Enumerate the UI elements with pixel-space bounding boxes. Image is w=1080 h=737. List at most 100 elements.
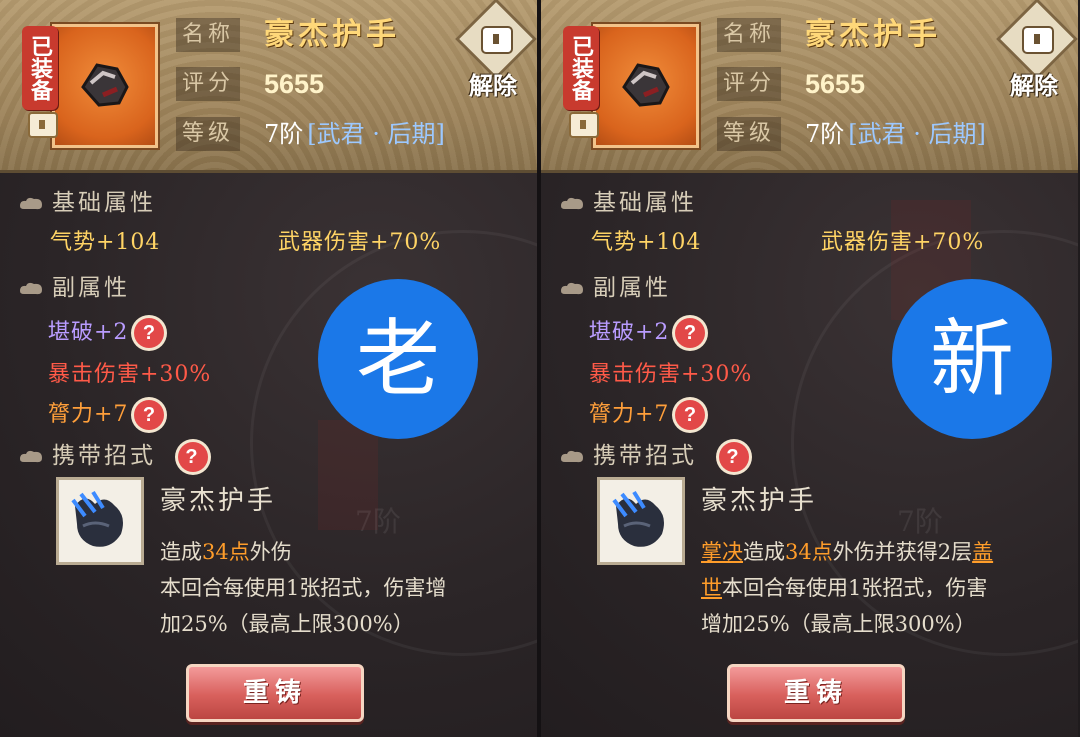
desc-text: 造成	[160, 540, 202, 564]
sub-attributes-title: 副属性	[593, 275, 671, 301]
equipped-tag: 已装备	[563, 26, 599, 110]
item-header: 已装备 名称 豪杰护手 评分 5655 等级 7阶 [武君 · 后期] 解除	[541, 0, 1078, 173]
desc-text: 本回合每使用1张招式，伤害	[722, 576, 988, 600]
item-name: 豪杰护手	[805, 17, 941, 52]
level-tier: 7阶	[805, 120, 845, 148]
skill-name: 豪杰护手	[160, 486, 277, 516]
keyword-link[interactable]: 世	[701, 576, 722, 600]
damage-value: 34点	[202, 540, 250, 564]
item-card[interactable]	[593, 24, 699, 148]
sub-attributes-heading: 副属性	[18, 268, 130, 302]
skill-name: 豪杰护手	[701, 486, 818, 516]
skill-desc-line-2: 世本回合每使用1张招式，伤害	[701, 570, 1071, 606]
sub-stat-insight-text: 堪破+2	[48, 320, 129, 345]
realm-text: [武君 · 后期]	[307, 120, 445, 148]
new-version-badge: 新	[892, 279, 1052, 439]
cloud-icon	[561, 282, 583, 295]
level-row: 等级 7阶 [武君 · 后期]	[176, 117, 445, 153]
carried-skill-title: 携带招式	[593, 443, 697, 469]
sub-stat-insight: 堪破+2?	[48, 314, 165, 348]
score-label: 评分	[176, 67, 240, 101]
level-label: 等级	[717, 117, 781, 151]
cloud-icon	[20, 197, 42, 210]
damage-value: 34点	[785, 540, 833, 564]
level-tier: 7阶	[264, 120, 304, 148]
level-value: 7阶 [武君 · 后期]	[264, 117, 445, 151]
help-icon[interactable]: ?	[675, 400, 706, 430]
lock-icon	[569, 112, 599, 138]
sub-stat-strength-text: 膂力+7	[48, 402, 129, 427]
sub-stat-strength: 膂力+7?	[48, 396, 165, 430]
name-label: 名称	[176, 18, 240, 52]
skill-card[interactable]	[56, 477, 144, 565]
name-row: 名称 豪杰护手	[717, 18, 941, 54]
skill-desc-line-3: 增加25%（最高上限300%）	[701, 612, 976, 636]
blue-gauntlet-icon	[71, 490, 123, 547]
gauntlet-icon	[81, 63, 129, 107]
carried-skill-title: 携带招式	[52, 443, 156, 469]
sub-stat-strength: 膂力+7?	[589, 396, 706, 430]
cloud-icon	[20, 450, 42, 463]
sub-stat-crit-damage: 暴击伤害+30%	[48, 362, 212, 387]
sub-stat-insight-text: 堪破+2	[589, 320, 670, 345]
skill-desc-line-1: 掌决造成34点外伤并获得2层盖	[701, 534, 1071, 570]
basic-stat-weapon-damage: 武器伤害+70%	[278, 230, 442, 255]
blue-gauntlet-icon	[612, 490, 664, 547]
sub-attributes-title: 副属性	[52, 275, 130, 301]
item-card[interactable]	[52, 24, 158, 148]
desc-text: 造成	[743, 540, 785, 564]
help-icon[interactable]: ?	[134, 400, 165, 430]
sub-stat-crit-damage: 暴击伤害+30%	[589, 362, 753, 387]
skill-card[interactable]	[597, 477, 685, 565]
reforge-button[interactable]: 重铸	[186, 664, 364, 722]
score-value: 5655	[264, 69, 325, 99]
equipped-tag: 已装备	[22, 26, 58, 110]
sub-stat-insight: 堪破+2?	[589, 314, 706, 348]
old-version-badge: 老	[318, 279, 478, 439]
basic-attributes-title: 基础属性	[593, 190, 697, 216]
basic-stat-weapon-damage: 武器伤害+70%	[821, 230, 985, 255]
desc-text: 外伤并获得2层	[832, 540, 973, 564]
basic-attributes-title: 基础属性	[52, 190, 156, 216]
name-label: 名称	[717, 18, 781, 52]
unequip-button[interactable]: 解除	[995, 0, 1078, 102]
lock-icon	[28, 112, 58, 138]
keyword-link[interactable]: 盖	[972, 540, 993, 564]
skill-desc-line-2: 本回合每使用1张招式，伤害增	[160, 576, 447, 600]
basic-attributes-heading: 基础属性	[559, 183, 697, 217]
help-icon[interactable]: ?	[719, 442, 749, 472]
score-value: 5655	[805, 69, 866, 99]
unlock-icon	[481, 26, 513, 54]
unequip-label: 解除	[1010, 71, 1058, 100]
level-value: 7阶 [武君 · 后期]	[805, 117, 986, 151]
reforge-button[interactable]: 重铸	[727, 664, 905, 722]
gauntlet-icon	[622, 63, 670, 107]
keyword-link[interactable]: 掌决	[701, 540, 743, 564]
unequip-button[interactable]: 解除	[454, 0, 537, 102]
carried-skill-heading: 携带招式?	[18, 436, 208, 472]
unequip-label: 解除	[469, 71, 517, 100]
score-row: 评分 5655	[176, 67, 324, 103]
level-row: 等级 7阶 [武君 · 后期]	[717, 117, 986, 153]
basic-stat-momentum: 气势+104	[50, 230, 161, 255]
sub-stat-strength-text: 膂力+7	[589, 402, 670, 427]
help-icon[interactable]: ?	[134, 318, 165, 348]
desc-text: 外伤	[249, 540, 292, 564]
help-icon[interactable]: ?	[178, 442, 208, 472]
item-header: 已装备 名称 豪杰护手 评分 5655 等级 7阶 [武君 · 后期] 解除	[0, 0, 537, 173]
score-label: 评分	[717, 67, 781, 101]
realm-text: [武君 · 后期]	[848, 120, 986, 148]
skill-desc-line-1: 造成34点外伤	[160, 534, 530, 570]
unlock-icon	[1022, 26, 1054, 54]
item-name: 豪杰护手	[264, 17, 400, 52]
basic-attributes-heading: 基础属性	[18, 183, 156, 217]
name-row: 名称 豪杰护手	[176, 18, 400, 54]
score-row: 评分 5655	[717, 67, 865, 103]
comparison-screenshot: 7阶 已装备 名称 豪杰护手 评分 5655 等级 7阶 [武君 · 后期] 解…	[0, 0, 1080, 737]
cloud-icon	[561, 197, 583, 210]
basic-stat-momentum: 气势+104	[591, 230, 702, 255]
carried-skill-heading: 携带招式?	[559, 436, 749, 472]
cloud-icon	[20, 282, 42, 295]
skill-desc-line-3: 加25%（最高上限300%）	[160, 612, 414, 636]
help-icon[interactable]: ?	[675, 318, 706, 348]
